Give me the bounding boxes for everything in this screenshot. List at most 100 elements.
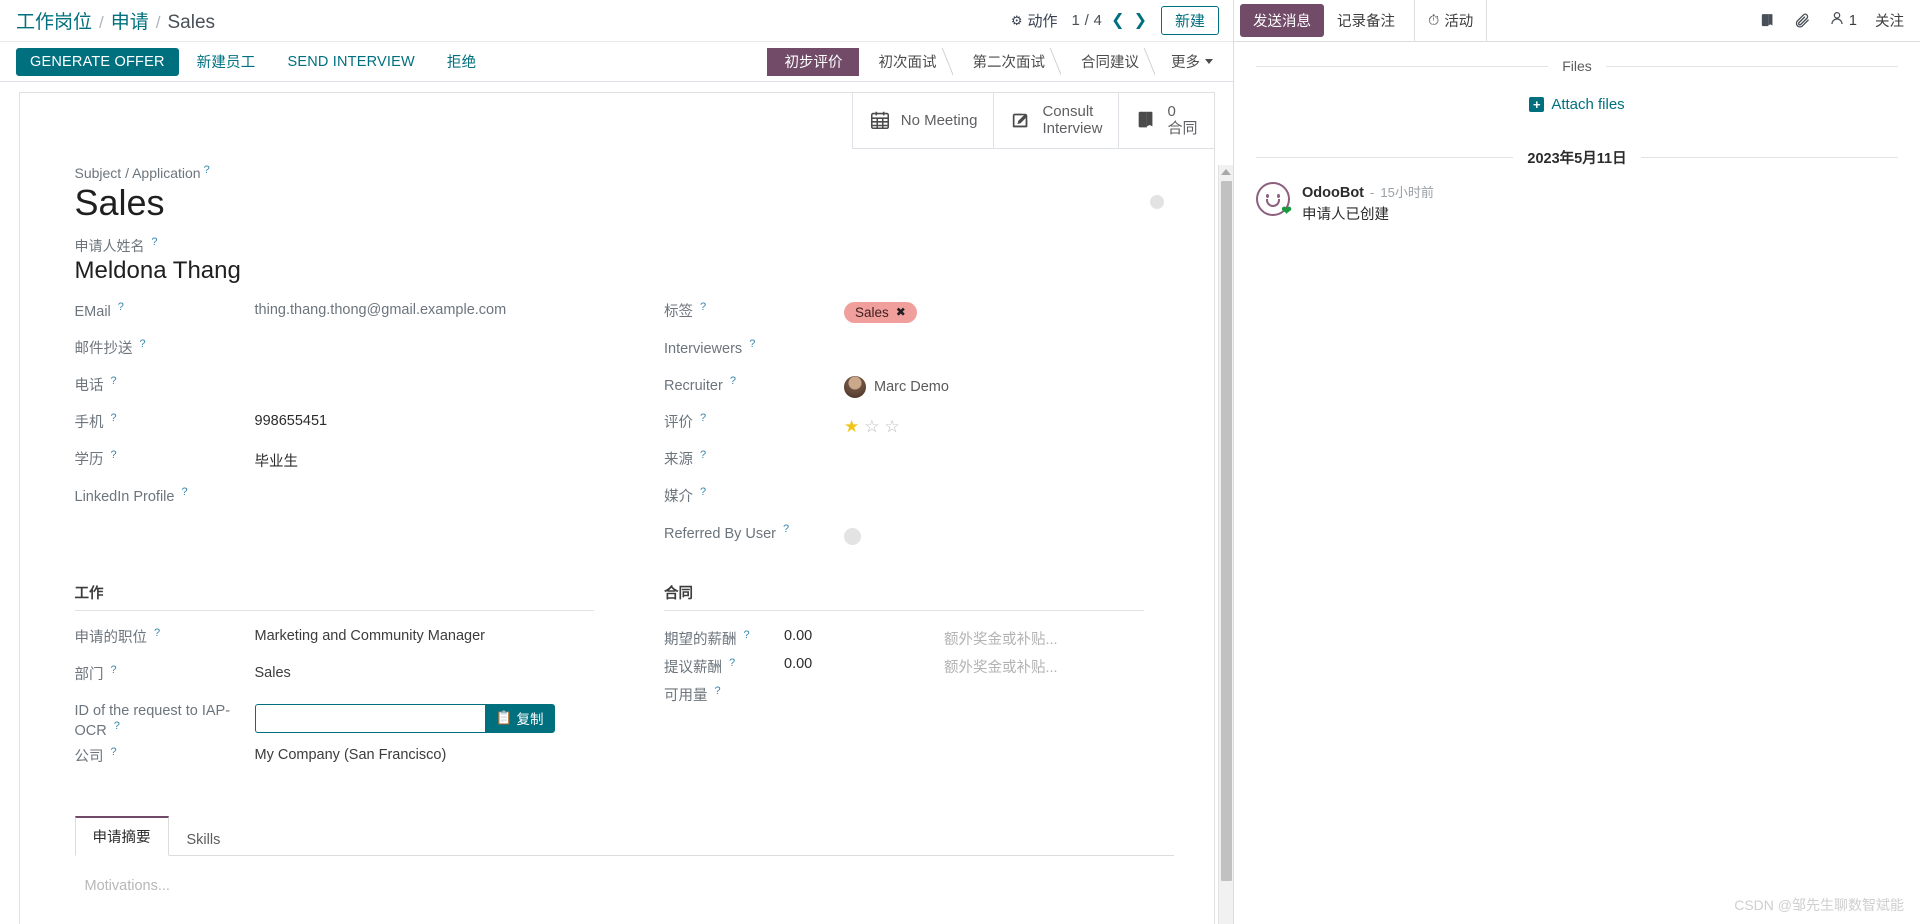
message-timestamp: 15小时前 bbox=[1380, 185, 1434, 200]
degree-value[interactable]: 毕业生 bbox=[255, 443, 595, 471]
help-icon[interactable]: ? bbox=[700, 412, 706, 424]
send-message-button[interactable]: 发送消息 bbox=[1240, 4, 1324, 37]
stage-first-interview[interactable]: 初次面试 bbox=[858, 47, 953, 76]
source-value[interactable] bbox=[844, 443, 1144, 465]
breadcrumb-item-jobs[interactable]: 工作岗位 bbox=[16, 7, 92, 34]
send-interview-button[interactable]: SEND INTERVIEW bbox=[273, 48, 428, 76]
help-icon[interactable]: ? bbox=[715, 685, 721, 697]
linkedin-value[interactable] bbox=[255, 480, 595, 502]
stage-initial-qualification[interactable]: 初步评价 bbox=[766, 47, 872, 76]
help-icon[interactable]: ? bbox=[140, 338, 146, 350]
email-value[interactable]: thing.thang.thong@gmail.example.com bbox=[255, 295, 595, 318]
smile bbox=[1266, 199, 1280, 207]
mobile-value[interactable]: 998655451 bbox=[255, 406, 595, 429]
email-label: EMail ? bbox=[75, 295, 255, 322]
help-icon[interactable]: ? bbox=[111, 449, 117, 461]
new-record-button[interactable]: 新建 bbox=[1160, 6, 1219, 35]
log-note-button[interactable]: 记录备注 bbox=[1324, 0, 1408, 41]
form-scrollbar[interactable] bbox=[1218, 165, 1233, 924]
priority-toggle[interactable] bbox=[1149, 194, 1164, 209]
message-author[interactable]: OdooBot bbox=[1302, 185, 1364, 201]
log-book-icon[interactable] bbox=[1759, 12, 1776, 29]
tag-chip-sales[interactable]: Sales ✖ bbox=[844, 301, 917, 323]
recruiter-chip[interactable]: Marc Demo bbox=[844, 375, 949, 398]
interview-smart-button[interactable]: Consult Interview bbox=[994, 93, 1120, 149]
availability-value[interactable] bbox=[784, 677, 944, 684]
paperclip-icon[interactable] bbox=[1794, 12, 1811, 29]
proposed-salary-value[interactable]: 0.00 bbox=[784, 649, 944, 672]
tab-skills[interactable]: Skills bbox=[169, 823, 239, 856]
help-icon[interactable]: ? bbox=[111, 375, 117, 387]
help-icon[interactable]: ? bbox=[783, 523, 789, 535]
medium-value[interactable] bbox=[844, 480, 1144, 502]
schedule-activity-button[interactable]: ⏱ 活动 bbox=[1414, 0, 1488, 41]
help-icon[interactable]: ? bbox=[749, 338, 755, 350]
pager-previous-icon[interactable]: ❮ bbox=[1111, 12, 1124, 29]
referred-by-value[interactable] bbox=[844, 517, 1144, 549]
help-icon[interactable]: ? bbox=[204, 164, 210, 176]
divider-line-left bbox=[1256, 157, 1514, 158]
help-icon[interactable]: ? bbox=[700, 449, 706, 461]
files-divider-label: Files bbox=[1562, 58, 1592, 74]
expected-salary-extra-placeholder[interactable]: 额外奖金或补贴... bbox=[944, 621, 1058, 649]
stage-contract-proposal[interactable]: 合同建议 bbox=[1061, 47, 1155, 76]
field-row-availability: 可用量 ? bbox=[664, 677, 1144, 705]
tags-value[interactable]: Sales ✖ bbox=[844, 295, 1144, 323]
tab-application-summary[interactable]: 申请摘要 bbox=[74, 816, 169, 857]
copy-button[interactable]: 📋 复制 bbox=[484, 703, 555, 733]
message-separator: - bbox=[1370, 185, 1375, 200]
help-icon[interactable]: ? bbox=[114, 720, 120, 732]
breadcrumb-item-applications[interactable]: 申请 bbox=[111, 7, 149, 34]
interviewers-value[interactable] bbox=[844, 332, 1144, 354]
generate-offer-button[interactable]: GENERATE OFFER bbox=[16, 47, 179, 76]
stage-more-dropdown[interactable]: 更多 bbox=[1155, 47, 1219, 76]
rating-value[interactable]: ★ ☆ ☆ bbox=[844, 406, 1144, 435]
files-divider: Files bbox=[1256, 58, 1898, 74]
meetings-smart-button[interactable]: No Meeting bbox=[852, 93, 995, 149]
ocr-request-id-value: 📋 复制 bbox=[254, 695, 595, 733]
star-icon-2[interactable]: ☆ bbox=[864, 418, 879, 435]
phone-value[interactable] bbox=[255, 369, 595, 391]
help-icon[interactable]: ? bbox=[700, 486, 706, 498]
pager-next-icon[interactable]: ❯ bbox=[1134, 12, 1147, 29]
proposed-salary-extra-placeholder[interactable]: 额外奖金或补贴... bbox=[944, 649, 1058, 677]
help-icon[interactable]: ? bbox=[744, 629, 750, 641]
attach-files-button[interactable]: + Attach files bbox=[1529, 96, 1625, 113]
help-icon[interactable]: ? bbox=[700, 301, 706, 313]
help-icon[interactable]: ? bbox=[730, 375, 736, 387]
help-icon[interactable]: ? bbox=[118, 301, 124, 313]
department-value[interactable]: Sales bbox=[255, 658, 595, 681]
company-value[interactable]: My Company (San Francisco) bbox=[255, 740, 595, 763]
star-icon-3[interactable]: ☆ bbox=[885, 418, 900, 435]
help-icon[interactable]: ? bbox=[111, 664, 117, 676]
star-icon-1[interactable]: ★ bbox=[844, 418, 859, 435]
help-icon[interactable]: ? bbox=[111, 412, 117, 424]
email-cc-value[interactable] bbox=[255, 332, 595, 354]
follow-button[interactable]: 关注 bbox=[1875, 10, 1904, 31]
applied-job-value[interactable]: Marketing and Community Manager bbox=[255, 621, 595, 644]
help-icon[interactable]: ? bbox=[154, 627, 160, 639]
create-employee-button[interactable]: 新建员工 bbox=[183, 45, 270, 78]
help-icon[interactable]: ? bbox=[151, 236, 157, 248]
recruiter-value[interactable]: Marc Demo bbox=[844, 369, 1144, 402]
motivations-placeholder[interactable]: Motivations... bbox=[85, 878, 1174, 894]
right-field-column: 标签 ? Sales ✖ Interviewers ? Recruiter ? … bbox=[624, 295, 1174, 554]
interview-label-line1: Consult bbox=[1042, 103, 1094, 120]
contracts-smart-button[interactable]: 0 合同 bbox=[1119, 93, 1214, 149]
help-icon[interactable]: ? bbox=[729, 657, 735, 669]
refuse-button[interactable]: 拒绝 bbox=[433, 45, 490, 78]
stage-second-interview[interactable]: 第二次面试 bbox=[952, 47, 1061, 76]
ocr-request-id-input[interactable] bbox=[254, 703, 485, 733]
help-icon[interactable]: ? bbox=[111, 746, 117, 758]
action-menu-button[interactable]: ⚙ 动作 bbox=[1011, 10, 1058, 31]
date-divider-label: 2023年5月11日 bbox=[1527, 151, 1627, 167]
followers-button[interactable]: 1 bbox=[1829, 10, 1857, 31]
divider-line-right bbox=[1605, 65, 1898, 67]
close-icon[interactable]: ✖ bbox=[896, 305, 906, 319]
scroll-up-icon[interactable] bbox=[1221, 169, 1231, 175]
scrollbar-thumb[interactable] bbox=[1221, 181, 1232, 881]
avatar bbox=[844, 375, 866, 398]
expected-salary-value[interactable]: 0.00 bbox=[784, 621, 944, 644]
help-icon[interactable]: ? bbox=[181, 486, 187, 498]
field-row-source: 来源 ? bbox=[664, 443, 1144, 480]
